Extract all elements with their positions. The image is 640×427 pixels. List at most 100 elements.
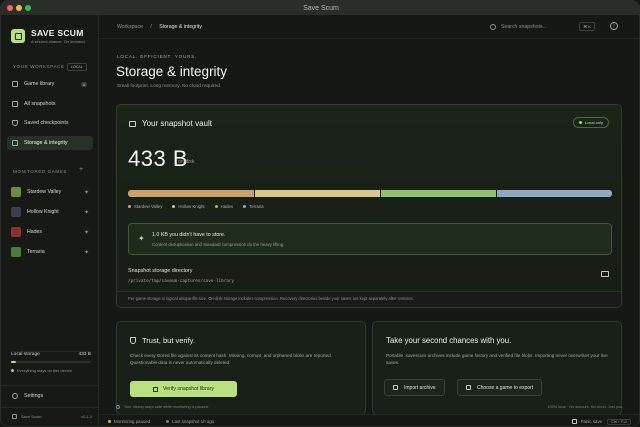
local-storage-label: Local storage [11,352,40,357]
sidebar-game-hollow-knight[interactable]: Hollow Knight ✦ [11,205,91,219]
import-archive-button[interactable]: Import archive [384,379,445,396]
close-window-button[interactable] [7,5,13,11]
search-box[interactable]: Search snapshots... ⌘ K [490,21,595,33]
main-content: Workspace / Storage & integrity Search s… [100,15,639,426]
window-title: Save Scum [303,4,339,12]
bookmark-icon [12,120,18,126]
sparkle-icon: ✦ [138,234,145,243]
workspace-heading: YOUR WORKSPACE [13,64,65,69]
local-only-badge: Local only [572,117,609,128]
app-window: Save Scum SAVE SCUM A second chance. On … [0,0,640,427]
sidebar-item-label: All snapshots [24,101,56,107]
sidebar-game-terraria[interactable]: Terraria ✦ [11,245,91,259]
sidebar-item-saved-checkpoints[interactable]: Saved checkpoints [7,116,93,130]
export-game-button[interactable]: Choose a game to export [457,379,543,396]
panic-shortcut: Ctrl + F12 [607,418,631,425]
segment-terraria [495,190,612,197]
panic-save-button[interactable]: Panic save Ctrl + F12 [571,418,639,425]
archive-title: Take your second chances with you. [386,336,512,345]
breadcrumb-current: Storage & integrity [159,23,202,30]
verify-card: Trust, but verify. Check every stored fi… [116,321,366,415]
vault-size-suffix: on disk [178,159,195,165]
storage-directory-path: /private/tmp/saveum-captures/save-librar… [128,279,235,284]
vault-title: Your snapshot vault [142,119,212,128]
game-name: Stardew Valley [27,189,62,195]
page-subtitle: Small footprint. Long memory. No cloud r… [117,84,222,89]
library-icon [12,81,18,87]
title-bar: Save Scum [1,1,639,15]
search-icon [490,24,496,30]
sidebar-item-settings[interactable]: Settings [7,389,93,403]
shield-icon [130,337,136,344]
legend-item: Hades [214,204,233,209]
monitoring-status: Monitoring paused [108,419,150,424]
app-icon [12,414,17,419]
vault-icon [129,120,136,127]
sidebar-item-label: Storage & integrity [24,140,68,146]
storage-breakdown-bar [128,190,612,197]
footer-left: Your history stays safe while monitoring… [116,405,209,409]
app-name: Save Scum [21,414,42,419]
sidebar-game-stardew-valley[interactable]: Stardew Valley ✦ [11,185,91,199]
game-name: Hades [27,229,42,235]
sidebar-item-all-snapshots[interactable]: All snapshots [7,97,93,111]
check-icon [152,386,158,392]
game-thumbnail [11,247,21,257]
save-scum-logo-icon [11,29,25,43]
segment-hades [379,190,496,197]
snapshot-vault-card: Your snapshot vault Local only 433 B on … [116,104,622,308]
verify-body: Check every stored file against its cont… [130,353,332,366]
save-icon [571,419,577,424]
open-folder-icon[interactable] [601,271,609,277]
download-icon [466,385,471,390]
info-small-icon [116,405,120,409]
storage-directory-label: Snapshot storage directory [128,268,193,274]
app-footer: Save Scum v0.1.0 [12,414,92,419]
search-shortcut: ⌘ K [579,22,595,31]
brand-tagline: A second chance. On demand. [31,39,86,44]
verify-snapshot-library-button[interactable]: Verify snapshot library [130,381,237,397]
upload-icon [393,385,398,390]
game-name: Hollow Knight [27,209,59,215]
sidebar-game-hades[interactable]: Hades ✦ [11,225,91,239]
savings-title: 1.0 KB you didn't have to store. [152,232,226,238]
game-thumbnail [11,227,21,237]
monitoring-status-icon: ✦ [83,249,89,256]
breadcrumb-separator: / [150,23,152,30]
top-bar: Workspace / Storage & integrity Search s… [100,15,639,39]
segment-stardew-valley [128,190,254,197]
minimize-window-button[interactable] [16,5,22,11]
sidebar-item-storage-integrity[interactable]: Storage & integrity [7,136,93,150]
gear-icon [12,393,18,399]
info-icon[interactable]: i [610,22,618,30]
sidebar-item-game-library[interactable]: Game library 4 [7,77,93,91]
legend-item: Hollow Knight [172,204,205,209]
breadcrumb-workspace[interactable]: Workspace [117,24,143,30]
legend-item: Stardew Valley [128,204,162,209]
game-name: Terraria [27,249,45,255]
brand-name: SAVE SCUM [31,28,84,38]
snapshots-icon [12,101,18,107]
search-input[interactable]: Search snapshots... [501,24,547,30]
storage-legend: Stardew Valley Hollow Knight Hades Terra… [128,204,274,209]
status-bar: Monitoring paused Last snapshot 1h ago P… [100,414,639,426]
monitored-games-heading: MONITORED GAMES [13,169,67,174]
legend-item: Terraria [243,204,264,209]
storage-note: Per-game storage is logical unique-file … [128,296,414,301]
monitoring-status-icon: ✦ [83,189,89,196]
add-game-icon[interactable]: + [79,166,83,173]
sidebar-item-label: Game library [24,81,55,87]
verify-header: Trust, but verify. [130,336,195,345]
savings-body: Content deduplication and Standard compr… [152,242,285,247]
game-count-badge: 4 [80,81,87,87]
local-storage-value: 433 B [78,352,91,357]
segment-hollow-knight [253,190,380,197]
archive-body: Portable .savescum archives include game… [386,353,608,366]
verify-title: Trust, but verify. [142,336,195,345]
footer-right: 100% local · No account. No cloud. Just … [547,405,623,409]
local-storage-summary: Local storage 433 B [11,352,91,357]
last-snapshot-status: Last snapshot 1h ago [166,419,214,424]
zoom-window-button[interactable] [25,5,31,11]
dedup-savings-callout: ✦ 1.0 KB you didn't have to store. Conte… [128,223,612,255]
breadcrumb: Workspace / Storage & integrity [117,24,202,30]
